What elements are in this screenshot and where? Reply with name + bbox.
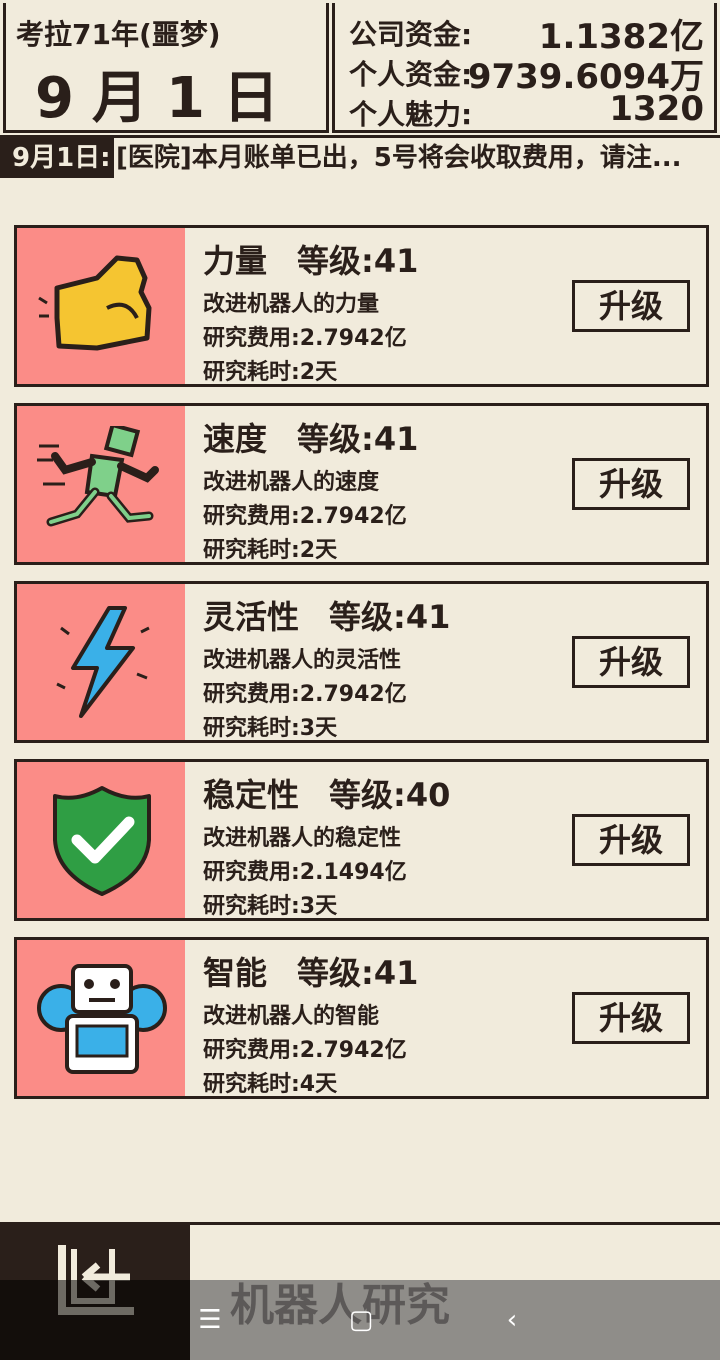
research-title: 灵活性 等级:41 bbox=[203, 592, 450, 638]
navbar-left-overlay bbox=[0, 1280, 190, 1360]
lightning-icon bbox=[17, 584, 185, 740]
menu-icon[interactable]: ☰ bbox=[170, 1280, 250, 1360]
charisma-label: 个人魅力: bbox=[349, 98, 473, 131]
research-desc: 改进机器人的稳定性 bbox=[203, 826, 402, 851]
current-date: 9月1日 bbox=[35, 66, 297, 131]
era-label: 考拉71年(噩梦) bbox=[16, 18, 221, 51]
research-level: 等级:41 bbox=[297, 242, 419, 280]
date-panel: 考拉71年(噩梦) 9月1日 bbox=[3, 3, 329, 133]
shield-check-icon bbox=[17, 762, 185, 918]
research-level: 等级:40 bbox=[329, 776, 451, 814]
research-title: 智能 等级:41 bbox=[203, 948, 418, 994]
upgrade-button-intelligence[interactable]: 升级 bbox=[572, 992, 690, 1044]
research-card-agility: 灵活性 等级:41 改进机器人的灵活性 研究费用:2.7942亿 研究耗时:3天 … bbox=[14, 581, 709, 743]
research-name: 稳定性 bbox=[203, 776, 300, 814]
research-desc: 改进机器人的力量 bbox=[203, 292, 380, 317]
research-time: 研究耗时:2天 bbox=[203, 360, 338, 385]
research-level: 等级:41 bbox=[329, 598, 451, 636]
charisma-value: 1320 bbox=[609, 89, 704, 129]
research-cost: 研究费用:2.7942亿 bbox=[203, 1038, 407, 1063]
news-ticker[interactable]: 9月1日: [医院]本月账单已出，5号将会收取费用，请注... bbox=[0, 138, 720, 178]
research-level: 等级:41 bbox=[297, 954, 419, 992]
flexed-arm-icon bbox=[17, 228, 185, 384]
ticker-date: 9月1日: bbox=[12, 143, 111, 173]
research-time: 研究耗时:4天 bbox=[203, 1072, 338, 1097]
upgrade-button-strength[interactable]: 升级 bbox=[572, 280, 690, 332]
research-cost: 研究费用:2.7942亿 bbox=[203, 682, 407, 707]
back-icon[interactable]: ‹ bbox=[472, 1280, 552, 1360]
research-time: 研究耗时:2天 bbox=[203, 538, 338, 563]
research-cost: 研究费用:2.7942亿 bbox=[203, 504, 407, 529]
research-card-stability: 稳定性 等级:40 改进机器人的稳定性 研究费用:2.1494亿 研究耗时:3天 … bbox=[14, 759, 709, 921]
research-time: 研究耗时:3天 bbox=[203, 716, 338, 741]
upgrade-button-agility[interactable]: 升级 bbox=[572, 636, 690, 688]
research-card-strength: 力量 等级:41 改进机器人的力量 研究费用:2.7942亿 研究耗时:2天 升级 bbox=[14, 225, 709, 387]
personal-funds: 个人资金: 9739.6094万 bbox=[349, 53, 704, 97]
header: 考拉71年(噩梦) 9月1日 公司资金: 1.1382亿 个人资金: 9739.… bbox=[0, 0, 720, 138]
research-desc: 改进机器人的速度 bbox=[203, 470, 380, 495]
charisma: 个人魅力: 1320 bbox=[349, 89, 704, 133]
research-name: 智能 bbox=[203, 954, 268, 992]
personal-funds-label: 个人资金: bbox=[349, 58, 473, 91]
robot-gear-icon bbox=[17, 940, 185, 1096]
research-name: 灵活性 bbox=[203, 598, 300, 636]
research-cost: 研究费用:2.7942亿 bbox=[203, 326, 407, 351]
research-card-intelligence: 智能 等级:41 改进机器人的智能 研究费用:2.7942亿 研究耗时:4天 升级 bbox=[14, 937, 709, 1099]
company-funds-label: 公司资金: bbox=[349, 18, 473, 51]
research-time: 研究耗时:3天 bbox=[203, 894, 338, 919]
running-robot-icon bbox=[17, 406, 185, 562]
research-name: 速度 bbox=[203, 420, 268, 458]
ticker-message: [医院]本月账单已出，5号将会收取费用，请注... bbox=[114, 138, 720, 178]
research-card-speed: 速度 等级:41 改进机器人的速度 研究费用:2.7942亿 研究耗时:2天 升级 bbox=[14, 403, 709, 565]
research-title: 稳定性 等级:40 bbox=[203, 770, 450, 816]
research-desc: 改进机器人的智能 bbox=[203, 1004, 380, 1029]
research-title: 速度 等级:41 bbox=[203, 414, 418, 460]
home-icon[interactable]: ▢ bbox=[321, 1280, 401, 1360]
upgrade-button-speed[interactable]: 升级 bbox=[572, 458, 690, 510]
research-cost: 研究费用:2.1494亿 bbox=[203, 860, 407, 885]
research-title: 力量 等级:41 bbox=[203, 236, 418, 282]
research-name: 力量 bbox=[203, 242, 268, 280]
company-funds: 公司资金: 1.1382亿 bbox=[349, 13, 704, 57]
system-navbar: ☰ ▢ ‹ bbox=[190, 1280, 720, 1360]
research-desc: 改进机器人的灵活性 bbox=[203, 648, 402, 673]
funds-panel: 公司资金: 1.1382亿 个人资金: 9739.6094万 个人魅力: 132… bbox=[332, 3, 717, 133]
research-level: 等级:41 bbox=[297, 420, 419, 458]
upgrade-button-stability[interactable]: 升级 bbox=[572, 814, 690, 866]
